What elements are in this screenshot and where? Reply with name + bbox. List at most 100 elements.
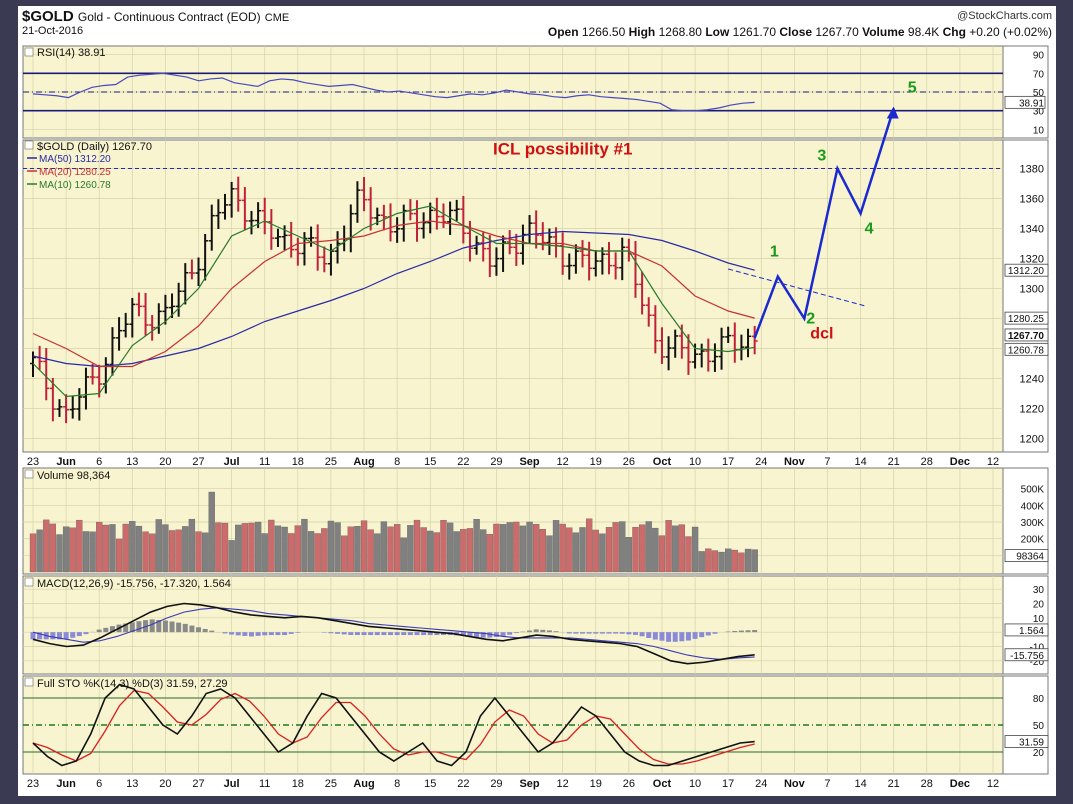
x-tick-label: 25	[325, 778, 337, 790]
volume-bar	[82, 531, 90, 573]
volume-title: Volume 98,364	[37, 470, 110, 482]
x-tick-label: 18	[292, 778, 304, 790]
x-tick-label: 27	[192, 456, 204, 468]
volume-bar	[473, 519, 480, 573]
x-tick-label: 22	[457, 778, 469, 790]
price-icon	[24, 140, 34, 150]
volume-bar	[288, 533, 295, 573]
x-tick-label: 21	[888, 456, 900, 468]
macd-histogram-bar	[639, 632, 645, 637]
rsi-tick: 90	[1033, 51, 1045, 62]
macd-histogram-bar	[533, 629, 539, 633]
x-tick-label: Jun	[56, 778, 76, 790]
macd-histogram-bar	[546, 630, 552, 633]
price-tick: 1320	[1020, 254, 1044, 266]
macd-histogram-bar	[699, 632, 705, 638]
volume-bar	[413, 519, 421, 573]
x-tick-label: 12	[987, 456, 999, 468]
volume-bar	[440, 520, 447, 573]
stoch-title: Full STO %K(14,3) %D(3) 31.59, 27.29	[37, 678, 228, 690]
chart-frame: $GOLD Gold - Continuous Contract (EOD) C…	[0, 0, 1073, 804]
macd-histogram-bar	[414, 632, 420, 636]
macd-histogram-bar	[348, 632, 354, 635]
volume-bar	[420, 527, 427, 573]
volume-bar	[354, 526, 361, 573]
rsi-tick: 70	[1033, 69, 1045, 80]
x-tick-label: Aug	[353, 456, 374, 468]
x-tick-label: 26	[623, 456, 635, 468]
x-tick-label: Sep	[519, 778, 539, 790]
x-tick-label: 27	[192, 778, 204, 790]
macd-histogram-bar	[593, 632, 599, 634]
macd-histogram-bar	[255, 632, 261, 636]
macd-histogram-bar	[738, 630, 744, 633]
macd-tick: 30	[1033, 585, 1045, 596]
macd-histogram-bar	[295, 632, 301, 633]
macd-histogram-bar	[275, 632, 281, 636]
x-tick-label: Jul	[224, 456, 240, 468]
volume-bar	[658, 535, 666, 573]
rsi-tick: 10	[1033, 125, 1045, 136]
price-tick: 1300	[1020, 284, 1044, 296]
volume-bar	[625, 537, 633, 573]
volume-bar	[526, 521, 533, 573]
x-tick-label: 13	[126, 778, 138, 790]
macd-histogram-bar	[76, 632, 82, 637]
x-tick-label: 10	[689, 456, 701, 468]
vol-tick: 500K	[1021, 485, 1045, 496]
macd-histogram-bar	[149, 619, 155, 633]
macd-badge-label: -15.756	[1010, 651, 1044, 662]
x-tick-label: 12	[557, 456, 569, 468]
volume-bar	[208, 491, 215, 573]
macd-histogram-bar	[196, 627, 202, 633]
macd-histogram-bar	[30, 632, 36, 640]
macd-histogram-bar	[421, 632, 427, 636]
vol-tick: 400K	[1021, 501, 1045, 512]
volume-bar	[62, 526, 70, 573]
volume-bar	[129, 521, 136, 573]
volume-bar	[751, 549, 758, 573]
volume-bar	[334, 522, 341, 573]
volume-bar	[29, 533, 37, 573]
vol-tick: 200K	[1021, 535, 1045, 546]
volume-bar	[268, 519, 275, 573]
macd-histogram-bar	[520, 631, 526, 633]
volume-bar	[89, 531, 96, 573]
volume-bar	[374, 533, 381, 573]
macd-badge-label: 1.564	[1019, 626, 1044, 637]
volume-bar	[301, 518, 308, 573]
macd-histogram-bar	[527, 630, 533, 633]
macd-histogram-bar	[50, 632, 56, 640]
x-tick-label: 18	[292, 456, 304, 468]
volume-bar	[76, 519, 83, 573]
wave-label: 5	[908, 80, 917, 97]
x-tick-label: 7	[824, 456, 830, 468]
volume-bar	[652, 527, 659, 573]
volume-bar	[645, 521, 652, 573]
volume-bar	[307, 531, 315, 573]
volume-bar	[109, 524, 116, 573]
macd-histogram-bar	[381, 632, 387, 636]
volume-bar	[380, 521, 388, 573]
volume-bar	[446, 522, 454, 573]
x-tick-label: 13	[126, 456, 138, 468]
macd-histogram-bar	[282, 632, 288, 636]
macd-histogram-bar	[176, 622, 182, 633]
x-tick-label: 24	[755, 456, 767, 468]
volume-bar	[228, 540, 235, 573]
volume-bar	[254, 521, 262, 573]
macd-histogram-bar	[685, 632, 691, 641]
stoch-badge-label: 31.59	[1019, 738, 1044, 749]
x-tick-label: 15	[424, 778, 436, 790]
volume-bar	[579, 527, 586, 573]
volume-bar	[36, 529, 43, 573]
volume-bar	[360, 520, 368, 573]
macd-histogram-bar	[553, 631, 559, 633]
dcl-label: dcl	[810, 326, 833, 343]
macd-histogram-bar	[394, 632, 400, 636]
price-tick: 1380	[1020, 164, 1044, 176]
volume-bar	[493, 523, 500, 573]
x-tick-label: 12	[557, 778, 569, 790]
volume-bar	[678, 524, 685, 573]
volume-bar	[341, 535, 348, 573]
